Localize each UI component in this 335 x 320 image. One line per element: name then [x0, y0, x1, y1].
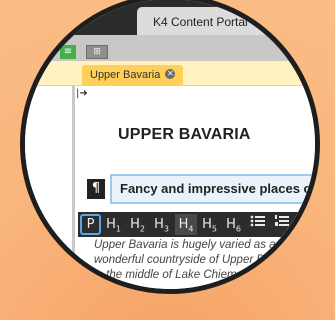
h6-level: 6 — [235, 224, 241, 234]
document-tab-label: Upper Bavaria — [90, 69, 161, 81]
magnifier-lens: kOff K4 Content Portal ✕ ≡ ⊞ Upper Bavar… — [20, 0, 320, 294]
h4-level: 4 — [188, 224, 194, 234]
quote-icon[interactable] — [296, 214, 315, 235]
tab-label: K4 Content Portal — [153, 15, 248, 29]
heading-text: Fancy and impressive places of Upp — [120, 181, 316, 196]
insert-cursor-icon: |➜ — [76, 88, 88, 99]
format-toolbar: P H1 H2 H3 H4 H5 H6 — [78, 212, 315, 237]
body-paragraph[interactable]: Upper Bavaria is hugely varied as are t … — [94, 238, 315, 283]
menu-icon[interactable]: ≡ — [60, 45, 76, 59]
numbered-list-glyph — [275, 215, 289, 226]
body-line-2: wonderful countryside of Upper Bav — [94, 254, 277, 266]
body-line-3: in the middle of Lake Chiemsee. — [94, 269, 259, 281]
h3-level: 3 — [163, 224, 169, 234]
window-tab-bar: kOff K4 Content Portal ✕ — [25, 0, 315, 35]
editor-gutter — [72, 86, 75, 289]
document-tab-upper-bavaria[interactable]: Upper Bavaria ✕ — [82, 65, 184, 85]
tool-strip: ≡ ⊞ — [25, 35, 315, 61]
document-tab-strip: Upper Bavaria ✕ — [25, 61, 315, 86]
h3-letter: H — [154, 217, 164, 232]
h1-letter: H — [106, 217, 116, 232]
editor-area[interactable]: |➜ UPPER BAVARIA ¶ Fancy and impressive … — [25, 86, 316, 289]
paragraph-mark-icon[interactable]: ¶ — [87, 179, 105, 199]
paragraph-button[interactable]: P — [80, 214, 101, 235]
heading-2-button[interactable]: H2 — [128, 214, 147, 235]
layout-icon[interactable]: ⊞ — [86, 45, 108, 59]
heading-6-button[interactable]: H6 — [224, 214, 243, 235]
h2-letter: H — [130, 217, 140, 232]
close-icon[interactable]: ✕ — [251, 13, 265, 27]
heading-4-button[interactable]: H4 — [175, 214, 197, 235]
h5-letter: H — [202, 217, 212, 232]
heading-1-button[interactable]: H1 — [104, 214, 123, 235]
h4-letter: H — [178, 217, 189, 232]
h6-letter: H — [226, 217, 236, 232]
h5-level: 5 — [211, 224, 217, 234]
heading-block[interactable]: Fancy and impressive places of Upp — [110, 174, 316, 204]
quote-glyph — [301, 217, 311, 225]
bulleted-list-glyph — [250, 215, 265, 227]
body-line-1: Upper Bavaria is hugely varied as are t — [94, 239, 293, 251]
tab-previous[interactable]: kOff — [44, 12, 66, 26]
heading-5-button[interactable]: H5 — [200, 214, 219, 235]
tab-k4-content-portal[interactable]: K4 Content Portal ✕ — [137, 7, 275, 35]
bulleted-list-icon[interactable] — [248, 214, 268, 235]
close-icon[interactable]: ✕ — [165, 68, 176, 79]
numbered-list-icon[interactable] — [272, 214, 292, 235]
lens-content: kOff K4 Content Portal ✕ ≡ ⊞ Upper Bavar… — [25, 0, 316, 289]
h2-level: 2 — [139, 224, 145, 234]
heading-3-button[interactable]: H3 — [152, 214, 171, 235]
h1-level: 1 — [115, 224, 121, 234]
document-title[interactable]: UPPER BAVARIA — [118, 126, 251, 144]
